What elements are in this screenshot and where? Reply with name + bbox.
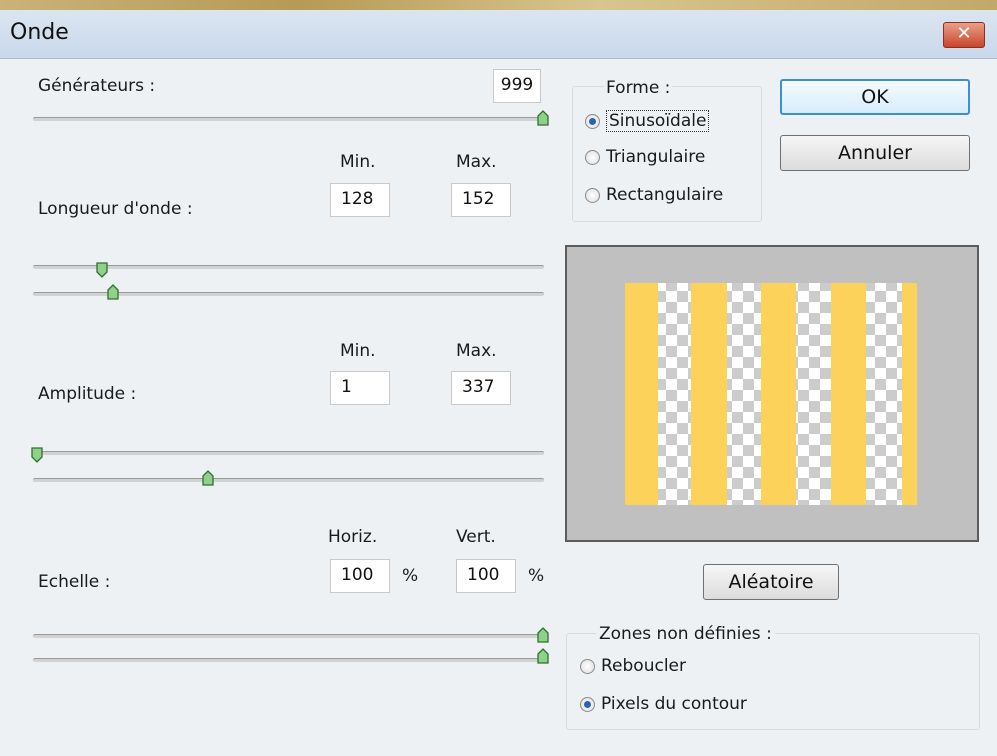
shape-group-label: Forme : [604, 78, 673, 98]
scale-vert-field[interactable]: 100 [456, 559, 516, 593]
radio-icon [585, 187, 600, 203]
scale-horiz-percent: % [402, 566, 419, 586]
undefined-option-wrap[interactable]: Reboucler [580, 656, 686, 676]
scale-horiz-header: Horiz. [328, 527, 378, 547]
generators-slider-track[interactable] [33, 117, 544, 121]
shape-option-label: Triangulaire [606, 147, 706, 167]
wave-preview [565, 245, 979, 542]
scale-vert-percent: % [528, 566, 545, 586]
generators-field[interactable]: 999 [493, 69, 541, 103]
wave-stripe [625, 283, 658, 505]
wavelength-max-header: Max. [456, 152, 497, 172]
generators-slider-thumb[interactable] [537, 110, 549, 126]
scale-label: Echelle : [38, 572, 111, 592]
wave-stripe [761, 283, 796, 505]
undefined-option-label: Reboucler [601, 656, 686, 676]
scale-horiz-slider-track[interactable] [33, 634, 544, 638]
amplitude-min-field[interactable]: 1 [330, 371, 390, 405]
scale-horiz-slider-thumb[interactable] [537, 627, 549, 643]
wave-stripe [691, 283, 727, 505]
randomize-button[interactable]: Aléatoire [703, 564, 839, 600]
radio-checked-icon [585, 113, 600, 129]
scale-vert-header: Vert. [456, 527, 496, 547]
shape-option-label: Rectangulaire [606, 185, 724, 205]
radio-icon [585, 149, 600, 165]
wavelength-min-slider-thumb[interactable] [96, 262, 108, 278]
wave-stripe [902, 283, 917, 505]
scale-vert-slider-track[interactable] [33, 658, 544, 662]
dialog-title: Onde [10, 20, 69, 45]
radio-checked-icon [580, 696, 595, 712]
wavelength-max-field[interactable]: 152 [451, 183, 511, 217]
wave-dialog: Onde ✕ Générateurs : 999 Min. Max. Longu… [0, 0, 997, 756]
undefined-areas-label: Zones non définies : [596, 624, 775, 644]
shape-option-label: Sinusoïdale [606, 110, 710, 132]
title-strip [0, 0, 997, 10]
radio-icon [580, 658, 595, 674]
scale-horiz-field[interactable]: 100 [330, 559, 390, 593]
amplitude-min-slider-thumb[interactable] [31, 447, 43, 463]
scale-vert-slider-thumb[interactable] [537, 648, 549, 664]
title-bar: Onde ✕ [0, 0, 997, 59]
undefined-option-label: Pixels du contour [601, 694, 747, 714]
ok-button[interactable]: OK [780, 79, 970, 115]
amplitude-min-slider-track[interactable] [33, 451, 544, 455]
amplitude-label: Amplitude : [38, 384, 137, 404]
amplitude-max-header: Max. [456, 341, 497, 361]
close-button[interactable]: ✕ [943, 22, 985, 48]
amplitude-max-field[interactable]: 337 [451, 371, 511, 405]
generators-label: Générateurs : [38, 76, 156, 96]
wave-stripe [831, 283, 866, 505]
amplitude-min-header: Min. [340, 341, 376, 361]
shape-option-rectangular[interactable]: Rectangulaire [585, 185, 723, 205]
wavelength-label: Longueur d'onde : [38, 199, 193, 219]
wavelength-max-slider-thumb[interactable] [107, 284, 119, 300]
wavelength-min-slider-track[interactable] [33, 265, 544, 269]
preview-image [625, 283, 917, 505]
undefined-option-edge-pixels[interactable]: Pixels du contour [580, 694, 747, 714]
undefined-areas-group [566, 633, 980, 730]
cancel-button[interactable]: Annuler [780, 135, 970, 171]
shape-option-sinusoidal[interactable]: Sinusoïdale [585, 110, 710, 132]
amplitude-max-slider-thumb[interactable] [202, 470, 214, 486]
close-icon: ✕ [956, 23, 972, 44]
shape-option-triangular[interactable]: Triangulaire [585, 147, 705, 167]
wavelength-min-header: Min. [340, 152, 376, 172]
amplitude-max-slider-track[interactable] [33, 478, 544, 482]
wavelength-min-field[interactable]: 128 [330, 183, 390, 217]
